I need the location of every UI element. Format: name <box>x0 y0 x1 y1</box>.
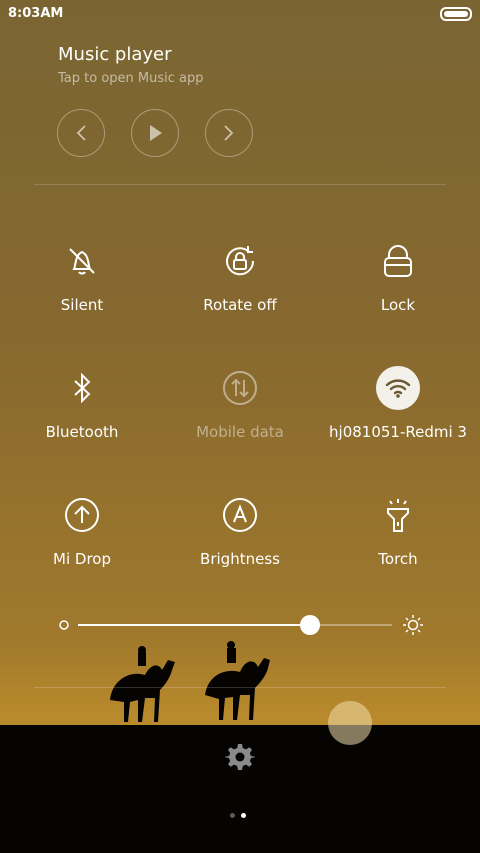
previous-button[interactable] <box>57 109 105 157</box>
brightness-slider-fill <box>78 624 311 626</box>
previous-icon <box>76 125 86 141</box>
music-player-widget[interactable]: Music player Tap to open Music app <box>58 44 204 86</box>
play-button[interactable] <box>131 109 179 157</box>
upload-icon <box>65 498 99 532</box>
brightness-slider-thumb[interactable] <box>300 615 321 635</box>
toggle-label: Mi Drop <box>53 550 111 568</box>
toggle-label: Silent <box>60 296 104 314</box>
toggle-label: Rotate off <box>203 296 277 314</box>
music-title: Music player <box>58 44 172 65</box>
battery-icon <box>440 7 472 21</box>
divider-top <box>34 184 446 185</box>
toggle-label: Brightness <box>200 550 280 568</box>
settings-button[interactable] <box>225 742 255 776</box>
toggle-rotate[interactable]: Rotate off <box>160 238 320 314</box>
page-indicator <box>230 813 246 818</box>
toggle-mobile-data[interactable]: Mobile data <box>160 365 320 441</box>
lock-icon <box>384 245 412 277</box>
toggle-label: Lock <box>380 296 416 314</box>
toggle-brightness[interactable]: Brightness <box>160 492 320 568</box>
gear-icon <box>225 744 255 770</box>
wallpaper-sun <box>328 701 372 745</box>
brightness-slider[interactable] <box>78 615 392 635</box>
toggle-label: Bluetooth <box>45 423 119 441</box>
music-controls <box>57 109 253 157</box>
bell-off-icon <box>69 248 95 275</box>
play-icon <box>150 125 162 141</box>
toggle-label: Mobile data <box>196 423 284 441</box>
status-time: 8:03AM <box>8 6 64 21</box>
brightness-high-icon <box>403 615 423 635</box>
music-subtitle: Tap to open Music app <box>58 71 204 86</box>
page-dot-active <box>241 813 246 818</box>
wifi-icon <box>385 379 411 398</box>
toggle-bluetooth[interactable]: Bluetooth <box>2 365 162 441</box>
next-icon <box>224 125 234 141</box>
toggle-label: Torch <box>378 550 418 568</box>
brightness-slider-row <box>56 612 426 638</box>
status-bar: 8:03AM <box>0 0 480 28</box>
bluetooth-icon <box>74 372 91 404</box>
toggle-wifi[interactable]: hj081051-Redmi 3 <box>318 365 478 441</box>
toggle-mi-drop[interactable]: Mi Drop <box>2 492 162 568</box>
divider-bottom <box>34 687 446 688</box>
mobile-data-icon <box>223 371 257 405</box>
brightness-low-icon <box>59 620 69 630</box>
wallpaper-camels <box>110 641 270 722</box>
torch-icon <box>387 499 409 532</box>
page-dot <box>230 813 235 818</box>
toggle-label: hj081051-Redmi 3 <box>329 423 467 441</box>
next-button[interactable] <box>205 109 253 157</box>
rotate-lock-icon <box>226 246 255 276</box>
toggle-silent[interactable]: Silent <box>2 238 162 314</box>
auto-brightness-icon <box>223 498 257 532</box>
toggle-torch[interactable]: Torch <box>318 492 478 568</box>
toggle-lock[interactable]: Lock <box>318 238 478 314</box>
